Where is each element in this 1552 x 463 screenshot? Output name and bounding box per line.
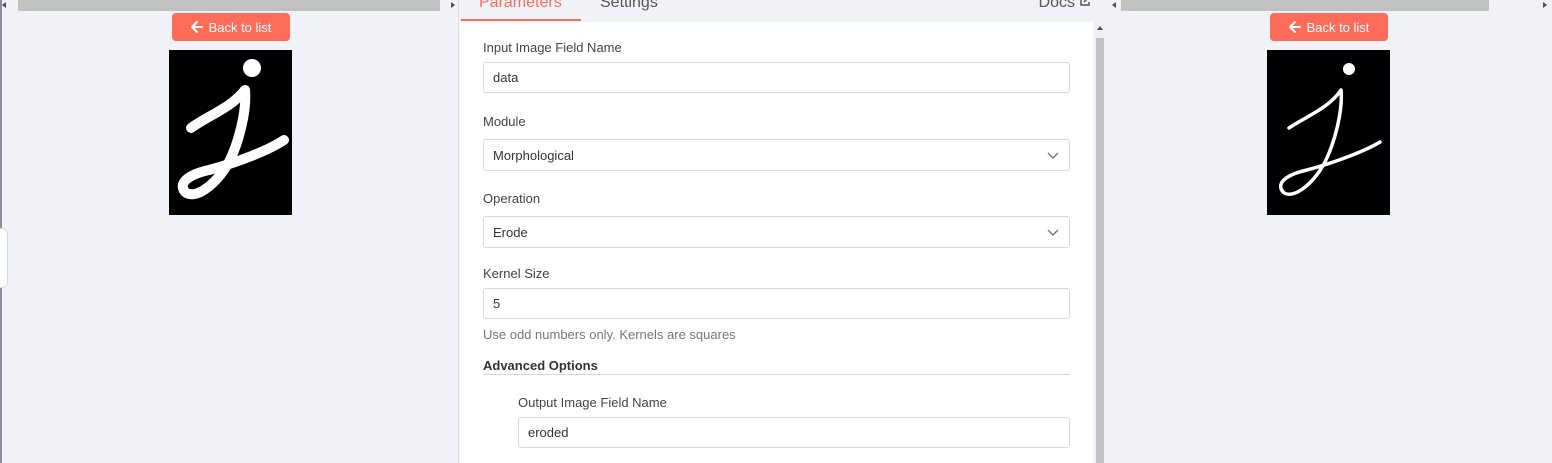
horizontal-scrollbar[interactable] bbox=[1121, 0, 1541, 11]
input-image bbox=[169, 50, 292, 215]
arrow-left-icon bbox=[190, 21, 203, 33]
tab-bar: Parameters Settings Docs bbox=[459, 0, 1107, 22]
scroll-left-icon[interactable] bbox=[2, 2, 6, 8]
docs-link[interactable]: Docs bbox=[1039, 0, 1091, 12]
output-image-field-label: Output Image Field Name bbox=[518, 395, 667, 410]
module-label: Module bbox=[483, 114, 526, 129]
advanced-options-title[interactable]: Advanced Options bbox=[483, 358, 598, 373]
kernel-size-input[interactable] bbox=[483, 288, 1070, 319]
kernel-size-label: Kernel Size bbox=[483, 266, 550, 281]
operation-label: Operation bbox=[483, 191, 541, 206]
back-to-list-button[interactable]: Back to list bbox=[1270, 13, 1388, 41]
external-link-icon bbox=[1079, 0, 1091, 12]
vertical-scrollbar[interactable] bbox=[1095, 22, 1105, 463]
back-button-label: Back to list bbox=[1306, 19, 1370, 35]
active-tab-indicator bbox=[461, 19, 581, 21]
parameters-form: Input Image Field Name Module Morphologi… bbox=[460, 22, 1093, 463]
input-preview-pane: Back to list bbox=[0, 0, 458, 463]
output-image bbox=[1267, 50, 1390, 215]
scrollbar-thumb[interactable] bbox=[1121, 0, 1489, 11]
tab-parameters[interactable]: Parameters bbox=[479, 0, 562, 12]
arrow-left-icon bbox=[1288, 21, 1301, 33]
kernel-size-hint: Use odd numbers only. Kernels are square… bbox=[483, 327, 736, 342]
docs-label: Docs bbox=[1038, 0, 1075, 11]
scrollbar-thumb[interactable] bbox=[1096, 38, 1104, 463]
scroll-left-icon[interactable] bbox=[1112, 2, 1116, 8]
operation-value: Erode bbox=[493, 224, 528, 240]
scroll-right-icon[interactable] bbox=[1543, 2, 1547, 8]
module-value: Morphological bbox=[493, 147, 574, 163]
scrollbar-thumb[interactable] bbox=[18, 0, 440, 11]
tab-settings[interactable]: Settings bbox=[600, 0, 658, 12]
output-preview-pane: Back to list bbox=[1107, 0, 1552, 463]
input-image-field-input[interactable] bbox=[483, 62, 1070, 93]
operation-select[interactable]: Erode bbox=[483, 216, 1070, 248]
horizontal-scrollbar[interactable] bbox=[8, 0, 448, 11]
parameters-panel: Parameters Settings Docs Input Image Fie… bbox=[458, 0, 1108, 463]
back-button-label: Back to list bbox=[208, 19, 272, 35]
section-divider bbox=[483, 374, 1070, 375]
chevron-down-icon bbox=[1047, 149, 1059, 164]
scroll-right-icon[interactable] bbox=[451, 2, 455, 8]
module-select[interactable]: Morphological bbox=[483, 139, 1070, 171]
back-to-list-button[interactable]: Back to list bbox=[172, 13, 290, 41]
side-panel-handle[interactable] bbox=[0, 228, 8, 288]
chevron-down-icon bbox=[1047, 226, 1059, 241]
output-image-field-input[interactable] bbox=[518, 417, 1070, 448]
scroll-up-icon[interactable] bbox=[1097, 26, 1103, 30]
input-image-field-label: Input Image Field Name bbox=[483, 40, 622, 55]
